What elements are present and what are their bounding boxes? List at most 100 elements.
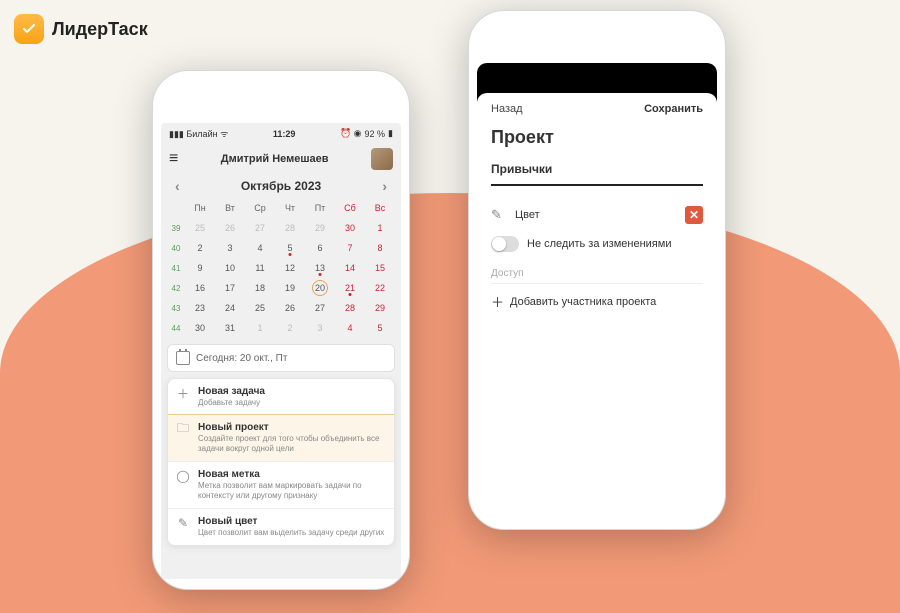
clock: 11:29 xyxy=(273,129,296,139)
color-label: Цвет xyxy=(515,209,540,221)
calendar-day[interactable]: 21 xyxy=(335,278,365,298)
day-header: Вс xyxy=(365,198,395,218)
calendar-day[interactable]: 27 xyxy=(245,218,275,238)
calendar-day[interactable]: 17 xyxy=(215,278,245,298)
action-title: Новый цвет xyxy=(198,516,384,527)
day-header: Ср xyxy=(245,198,275,218)
calendar-day[interactable]: 28 xyxy=(335,298,365,318)
calendar-day[interactable]: 9 xyxy=(185,258,215,278)
calendar-day[interactable]: 18 xyxy=(245,278,275,298)
next-month-button[interactable]: › xyxy=(382,178,387,194)
week-number: 41 xyxy=(167,264,185,273)
quick-action-item[interactable]: 🗀 Новый проектСоздайте проект для того чт… xyxy=(167,414,395,462)
quick-action-item[interactable]: ✎ Новый цветЦвет позволит вам выделить за… xyxy=(168,508,394,545)
calendar-day[interactable]: 11 xyxy=(245,258,275,278)
day-header: Пн xyxy=(185,198,215,218)
track-changes-label: Не следить за изменениями xyxy=(527,238,671,250)
add-member-label: Добавить участника проекта xyxy=(510,296,656,308)
calendar-day[interactable]: 1 xyxy=(245,318,275,338)
calendar-day[interactable]: 14 xyxy=(335,258,365,278)
calendar-day[interactable]: 22 xyxy=(365,278,395,298)
plus-icon: ＋ xyxy=(491,292,504,311)
calendar-day[interactable]: 25 xyxy=(185,218,215,238)
status-bar: ▮▮▮ Билайн ᯤ 11:29 ⏰ ◉92 %▮ xyxy=(161,123,401,144)
clear-color-button[interactable]: ✕ xyxy=(685,206,703,224)
week-number: 42 xyxy=(167,284,185,293)
calendar-day[interactable]: 20 xyxy=(305,278,335,298)
phone-project-edit: Назад Сохранить Проект Привычки ✎ Цвет ✕… xyxy=(468,10,726,530)
calendar-day[interactable]: 7 xyxy=(335,238,365,258)
add-member-button[interactable]: ＋ Добавить участника проекта xyxy=(491,284,703,319)
calendar-day[interactable]: 19 xyxy=(275,278,305,298)
calendar-day[interactable]: 4 xyxy=(335,318,365,338)
page-title: Проект xyxy=(491,127,703,148)
save-button[interactable]: Сохранить xyxy=(644,103,703,115)
calendar-day[interactable]: 29 xyxy=(365,298,395,318)
calendar-icon xyxy=(176,351,190,365)
day-header: Вт xyxy=(215,198,245,218)
action-icon: ✎ xyxy=(176,516,190,530)
calendar-day[interactable]: 16 xyxy=(185,278,215,298)
calendar-day[interactable]: 24 xyxy=(215,298,245,318)
action-subtitle: Создайте проект для того чтобы объединит… xyxy=(198,434,386,454)
project-name-field[interactable]: Привычки xyxy=(491,162,703,186)
track-changes-row[interactable]: Не следить за изменениями xyxy=(491,230,703,258)
calendar-day[interactable]: 28 xyxy=(275,218,305,238)
calendar-day[interactable]: 3 xyxy=(305,318,335,338)
week-number: 43 xyxy=(167,304,185,313)
calendar-day[interactable]: 8 xyxy=(365,238,395,258)
prev-month-button[interactable]: ‹ xyxy=(175,178,180,194)
calendar-day[interactable]: 15 xyxy=(365,258,395,278)
action-title: Новая задача xyxy=(198,386,265,397)
calendar-day[interactable]: 26 xyxy=(275,298,305,318)
calendar-day[interactable]: 27 xyxy=(305,298,335,318)
today-row[interactable]: Сегодня: 20 окт., Пт xyxy=(167,344,395,372)
calendar-day[interactable]: 3 xyxy=(215,238,245,258)
week-number: 44 xyxy=(167,324,185,333)
day-header: Сб xyxy=(335,198,365,218)
avatar[interactable] xyxy=(371,148,393,170)
month-label: Октябрь 2023 xyxy=(241,179,321,193)
calendar-day[interactable]: 12 xyxy=(275,258,305,278)
calendar-day[interactable]: 5 xyxy=(365,318,395,338)
calendar-day[interactable]: 5 xyxy=(275,238,305,258)
color-row[interactable]: ✎ Цвет ✕ xyxy=(491,200,703,230)
calendar-day[interactable]: 10 xyxy=(215,258,245,278)
phone-calendar: ▮▮▮ Билайн ᯤ 11:29 ⏰ ◉92 %▮ ≡ Дмитрий Не… xyxy=(152,70,410,590)
week-number: 39 xyxy=(167,224,185,233)
calendar-day[interactable]: 30 xyxy=(335,218,365,238)
user-name[interactable]: Дмитрий Немешаев xyxy=(221,153,329,165)
calendar-day[interactable]: 1 xyxy=(365,218,395,238)
calendar-day[interactable]: 23 xyxy=(185,298,215,318)
quick-action-item[interactable]: ＋ Новая задачаДобавьте задачу xyxy=(168,379,394,415)
calendar-day[interactable]: 2 xyxy=(275,318,305,338)
menu-icon[interactable]: ≡ xyxy=(169,150,178,168)
action-icon: 🗀 xyxy=(176,422,190,436)
action-icon: ◯ xyxy=(176,469,190,483)
calendar-day[interactable]: 26 xyxy=(215,218,245,238)
action-title: Новый проект xyxy=(198,422,386,433)
calendar-day[interactable]: 25 xyxy=(245,298,275,318)
action-subtitle: Добавьте задачу xyxy=(198,398,265,408)
calendar-day[interactable]: 31 xyxy=(215,318,245,338)
carrier-label: ▮▮▮ Билайн ᯤ xyxy=(169,127,228,140)
track-changes-toggle[interactable] xyxy=(491,236,519,252)
logo-icon xyxy=(14,14,44,44)
back-button[interactable]: Назад xyxy=(491,103,523,115)
color-icon: ✎ xyxy=(491,207,507,223)
access-section-label: Доступ xyxy=(491,268,703,284)
calendar-day[interactable]: 2 xyxy=(185,238,215,258)
action-icon: ＋ xyxy=(176,386,190,400)
brand-logo: ЛидерТаск xyxy=(14,14,148,44)
action-subtitle: Цвет позволит вам выделить задачу среди … xyxy=(198,528,384,538)
today-label: Сегодня: 20 окт., Пт xyxy=(196,353,287,364)
quick-action-item[interactable]: ◯Новая меткаМетка позволит вам маркирова… xyxy=(168,461,394,508)
calendar-day[interactable]: 13 xyxy=(305,258,335,278)
calendar-day[interactable]: 30 xyxy=(185,318,215,338)
week-number: 40 xyxy=(167,244,185,253)
calendar-day[interactable]: 29 xyxy=(305,218,335,238)
calendar-day[interactable]: 4 xyxy=(245,238,275,258)
brand-name: ЛидерТаск xyxy=(52,19,148,40)
calendar-day[interactable]: 6 xyxy=(305,238,335,258)
action-title: Новая метка xyxy=(198,469,386,480)
